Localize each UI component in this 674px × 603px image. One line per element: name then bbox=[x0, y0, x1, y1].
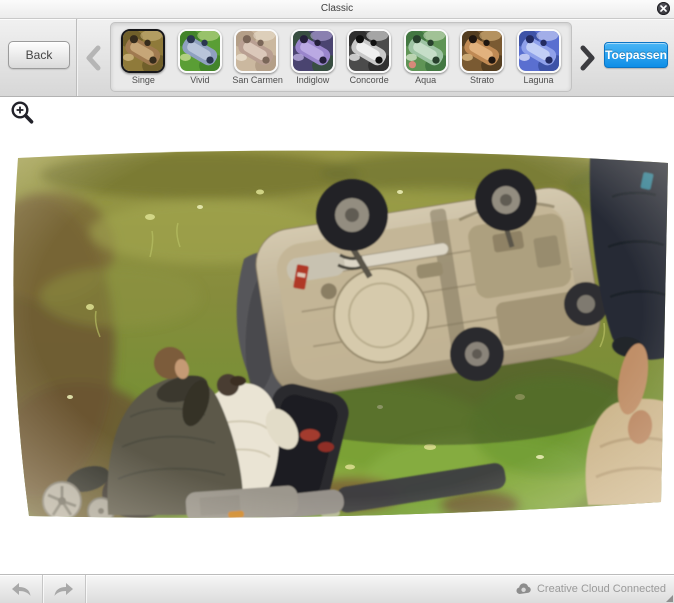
chevron-left-icon[interactable] bbox=[84, 45, 104, 71]
filter-thumb-indiglow[interactable]: Indiglow bbox=[289, 29, 337, 85]
filter-thumb-singe[interactable]: Singe bbox=[119, 29, 167, 85]
filter-thumb-strato[interactable]: Strato bbox=[458, 29, 506, 85]
filter-label: Concorde bbox=[349, 75, 389, 85]
filter-thumb-san-carmen[interactable]: San Carmen bbox=[232, 29, 283, 85]
creative-cloud-icon bbox=[516, 583, 531, 594]
filter-preview[interactable] bbox=[516, 29, 561, 73]
filter-preview[interactable] bbox=[121, 29, 166, 73]
close-icon bbox=[660, 5, 667, 12]
titlebar: Classic bbox=[0, 0, 674, 19]
filter-label: Indiglow bbox=[296, 75, 330, 85]
filter-toolbar: Back Singe Vivid San Carmen Indiglow Con… bbox=[0, 19, 674, 97]
filter-preview[interactable] bbox=[234, 29, 279, 73]
connection-label: Creative Cloud Connected bbox=[536, 583, 666, 595]
filter-preview[interactable] bbox=[460, 29, 505, 73]
chevron-right-icon[interactable] bbox=[577, 45, 597, 71]
editor-canvas-area bbox=[0, 97, 674, 575]
creative-cloud-status: Creative Cloud Connected bbox=[515, 575, 666, 603]
resize-handle[interactable] bbox=[666, 595, 673, 602]
filter-label: Aqua bbox=[415, 75, 437, 85]
filter-label: Laguna bbox=[523, 75, 554, 85]
filter-thumb-aqua[interactable]: Aqua bbox=[402, 29, 450, 85]
filter-label: Strato bbox=[470, 75, 495, 85]
statusbar: Creative Cloud Connected bbox=[0, 574, 674, 603]
redo-button[interactable] bbox=[43, 575, 86, 603]
filter-label: San Carmen bbox=[232, 75, 283, 85]
filter-thumb-concorde[interactable]: Concorde bbox=[345, 29, 393, 85]
page-title: Classic bbox=[320, 3, 354, 14]
photo-canvas[interactable] bbox=[0, 97, 674, 575]
filter-preview[interactable] bbox=[347, 29, 392, 73]
filter-preview[interactable] bbox=[177, 29, 222, 73]
filter-thumb-laguna[interactable]: Laguna bbox=[515, 29, 563, 85]
filter-label: Singe bbox=[131, 75, 155, 85]
filter-preview[interactable] bbox=[403, 29, 448, 73]
close-button[interactable] bbox=[657, 2, 670, 15]
filter-strip: Singe Vivid San Carmen Indiglow Concorde… bbox=[110, 22, 572, 92]
app-window: Classic Back Singe Vivid San Carmen Indi… bbox=[0, 0, 674, 603]
filter-label: Vivid bbox=[190, 75, 210, 85]
filter-thumb-vivid[interactable]: Vivid bbox=[176, 29, 224, 85]
filter-preview[interactable] bbox=[290, 29, 335, 73]
undo-arrow-icon bbox=[12, 583, 31, 596]
redo-arrow-icon bbox=[54, 583, 73, 596]
undo-button[interactable] bbox=[0, 575, 43, 603]
back-button[interactable]: Back bbox=[8, 41, 70, 69]
apply-button[interactable]: Toepassen bbox=[604, 42, 668, 68]
toolbar-divider bbox=[76, 19, 77, 96]
